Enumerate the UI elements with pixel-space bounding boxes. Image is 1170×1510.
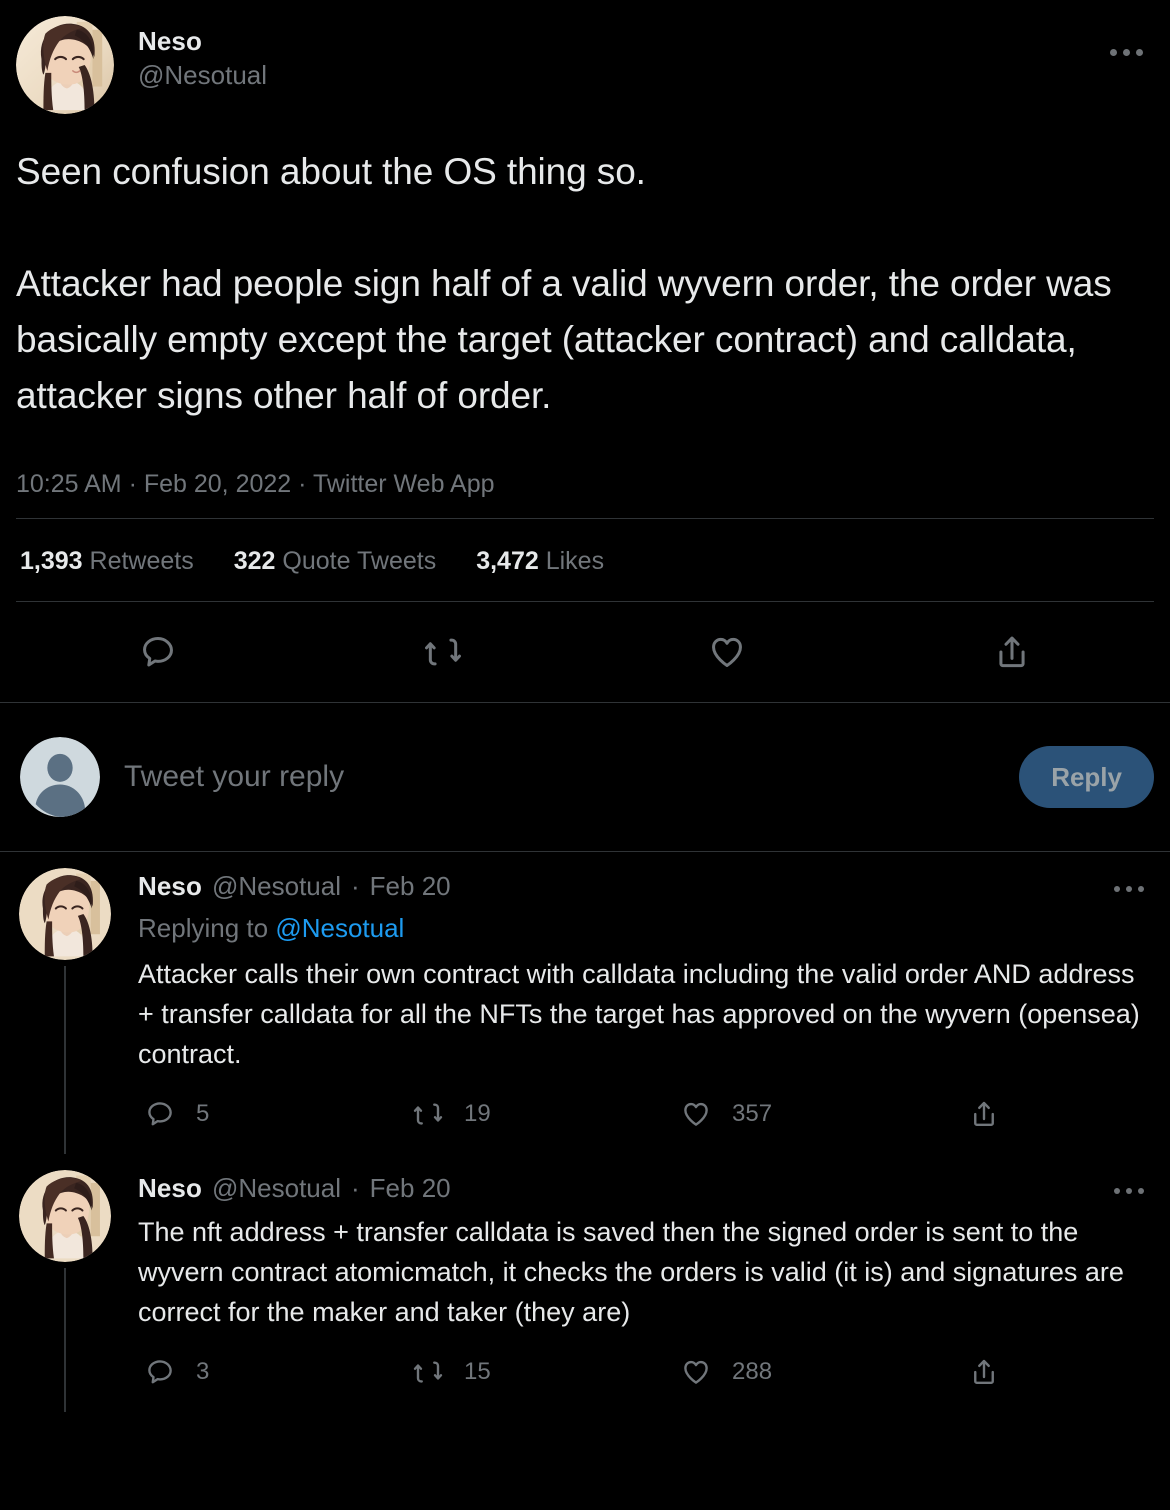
replying-to-label: Replying to [138, 913, 276, 943]
retweets-label: Retweets [89, 547, 194, 575]
reply-content: Neso @Nesotual · Feb 20 Replying to @Nes… [138, 868, 1154, 1154]
thread-connector-line [64, 1268, 66, 1412]
reply-composer: Tweet your reply Reply [0, 703, 1170, 851]
reply-author-handle[interactable]: @Nesotual [212, 868, 341, 904]
retweet-action[interactable] [301, 624, 586, 680]
replying-to-line: Replying to @Nesotual [138, 908, 1154, 948]
like-count: 357 [732, 1100, 773, 1127]
reply-action-like[interactable]: 288 [674, 1350, 962, 1394]
share-icon [962, 1350, 1006, 1394]
author-handle: @Nesotual [138, 60, 268, 90]
reply-text: Attacker calls their own contract with c… [138, 959, 1148, 1069]
retweet-icon[interactable] [415, 624, 471, 680]
reply-date[interactable]: Feb 20 [370, 1170, 451, 1206]
dot [1135, 48, 1143, 56]
dot [1138, 886, 1144, 892]
reply-content: Neso @Nesotual · Feb 20 The nft address … [138, 1170, 1154, 1412]
reply-input[interactable]: Tweet your reply [124, 757, 1019, 797]
like-icon [674, 1350, 718, 1394]
dot [1138, 1188, 1144, 1194]
retweet-count: 19 [464, 1100, 491, 1127]
retweets-stat[interactable]: 1,393 Retweets [20, 545, 194, 577]
reply-tweet[interactable]: Neso @Nesotual · Feb 20 Replying to @Nes… [0, 852, 1170, 1154]
like-icon [674, 1092, 718, 1136]
engagement-stats: 1,393 Retweets 322 Quote Tweets 3,472 Li… [16, 519, 1154, 601]
replying-to-mention[interactable]: @Nesotual [275, 913, 404, 943]
like-action[interactable] [585, 624, 870, 680]
dot [1114, 1188, 1120, 1194]
reply-submit-button[interactable]: Reply [1019, 746, 1154, 808]
reply-action-reply[interactable]: 5 [138, 1092, 406, 1136]
reply-actions: 5 19 357 [138, 1092, 1154, 1150]
main-tweet-author[interactable]: Neso @Nesotual [138, 16, 267, 92]
reply-icon [138, 1092, 182, 1136]
reply-count: 5 [196, 1100, 210, 1127]
dot [1126, 886, 1132, 892]
dot [1114, 886, 1120, 892]
author-display-name: Neso [138, 26, 202, 56]
reply-author-name[interactable]: Neso [138, 1170, 202, 1206]
likes-count: 3,472 [476, 547, 539, 575]
avatar[interactable] [19, 868, 111, 960]
quotes-label: Quote Tweets [282, 547, 437, 575]
more-horizontal-icon[interactable] [1098, 32, 1154, 72]
separator-dot: · [351, 871, 360, 901]
reply-action-share[interactable] [962, 1350, 1154, 1394]
dot [1126, 1188, 1132, 1194]
quote-tweets-stat[interactable]: 322 Quote Tweets [234, 545, 436, 577]
tweet-detail-page: Neso @Nesotual Seen confusion about the … [0, 0, 1170, 1510]
reply-icon[interactable] [130, 624, 186, 680]
reply-action-retweet[interactable]: 19 [406, 1092, 674, 1136]
reply-date[interactable]: Feb 20 [370, 868, 451, 904]
reply-header: Neso @Nesotual · Feb 20 [138, 1170, 1154, 1206]
more-horizontal-icon[interactable] [1104, 1174, 1154, 1208]
reply-actions: 3 15 288 [138, 1350, 1154, 1408]
likes-stat[interactable]: 3,472 Likes [476, 545, 604, 577]
more-horizontal-icon[interactable] [1104, 872, 1154, 906]
reply-avatar-column [16, 868, 114, 1154]
reply-avatar-column [16, 1170, 114, 1412]
main-tweet-text: Seen confusion about the OS thing so. At… [16, 151, 1112, 416]
separator-dot: · [351, 1173, 360, 1203]
thread-connector-line [64, 966, 66, 1154]
reply-action-share[interactable] [962, 1092, 1154, 1136]
main-tweet-header: Neso @Nesotual [16, 16, 1154, 114]
main-tweet-actions [16, 602, 1154, 702]
reply-tweet[interactable]: Neso @Nesotual · Feb 20 The nft address … [0, 1154, 1170, 1412]
reply-action-retweet[interactable]: 15 [406, 1350, 674, 1394]
reply-text: The nft address + transfer calldata is s… [138, 1217, 1132, 1327]
reply-icon [138, 1350, 182, 1394]
dot [1122, 48, 1130, 56]
reply-action[interactable] [16, 624, 301, 680]
reply-action-reply[interactable]: 3 [138, 1350, 406, 1394]
main-tweet-timestamp[interactable]: 10:25 AM · Feb 20, 2022 · Twitter Web Ap… [16, 468, 1154, 518]
default-avatar-icon[interactable] [20, 737, 100, 817]
share-icon[interactable] [984, 624, 1040, 680]
reply-author-handle[interactable]: @Nesotual [212, 1170, 341, 1206]
main-tweet: Neso @Nesotual Seen confusion about the … [0, 0, 1170, 702]
share-icon [962, 1092, 1006, 1136]
dot [1109, 48, 1117, 56]
retweet-icon [406, 1092, 450, 1136]
reply-author-name[interactable]: Neso [138, 868, 202, 904]
quotes-count: 322 [233, 547, 276, 575]
retweet-icon [406, 1350, 450, 1394]
avatar[interactable] [16, 16, 114, 114]
reply-count: 3 [196, 1358, 210, 1385]
likes-label: Likes [545, 547, 605, 575]
like-icon[interactable] [699, 624, 755, 680]
reply-action-like[interactable]: 357 [674, 1092, 962, 1136]
like-count: 288 [732, 1358, 773, 1385]
retweets-count: 1,393 [20, 547, 83, 575]
avatar[interactable] [19, 1170, 111, 1262]
reply-header: Neso @Nesotual · Feb 20 [138, 868, 1154, 904]
share-action[interactable] [870, 624, 1155, 680]
retweet-count: 15 [464, 1358, 491, 1385]
